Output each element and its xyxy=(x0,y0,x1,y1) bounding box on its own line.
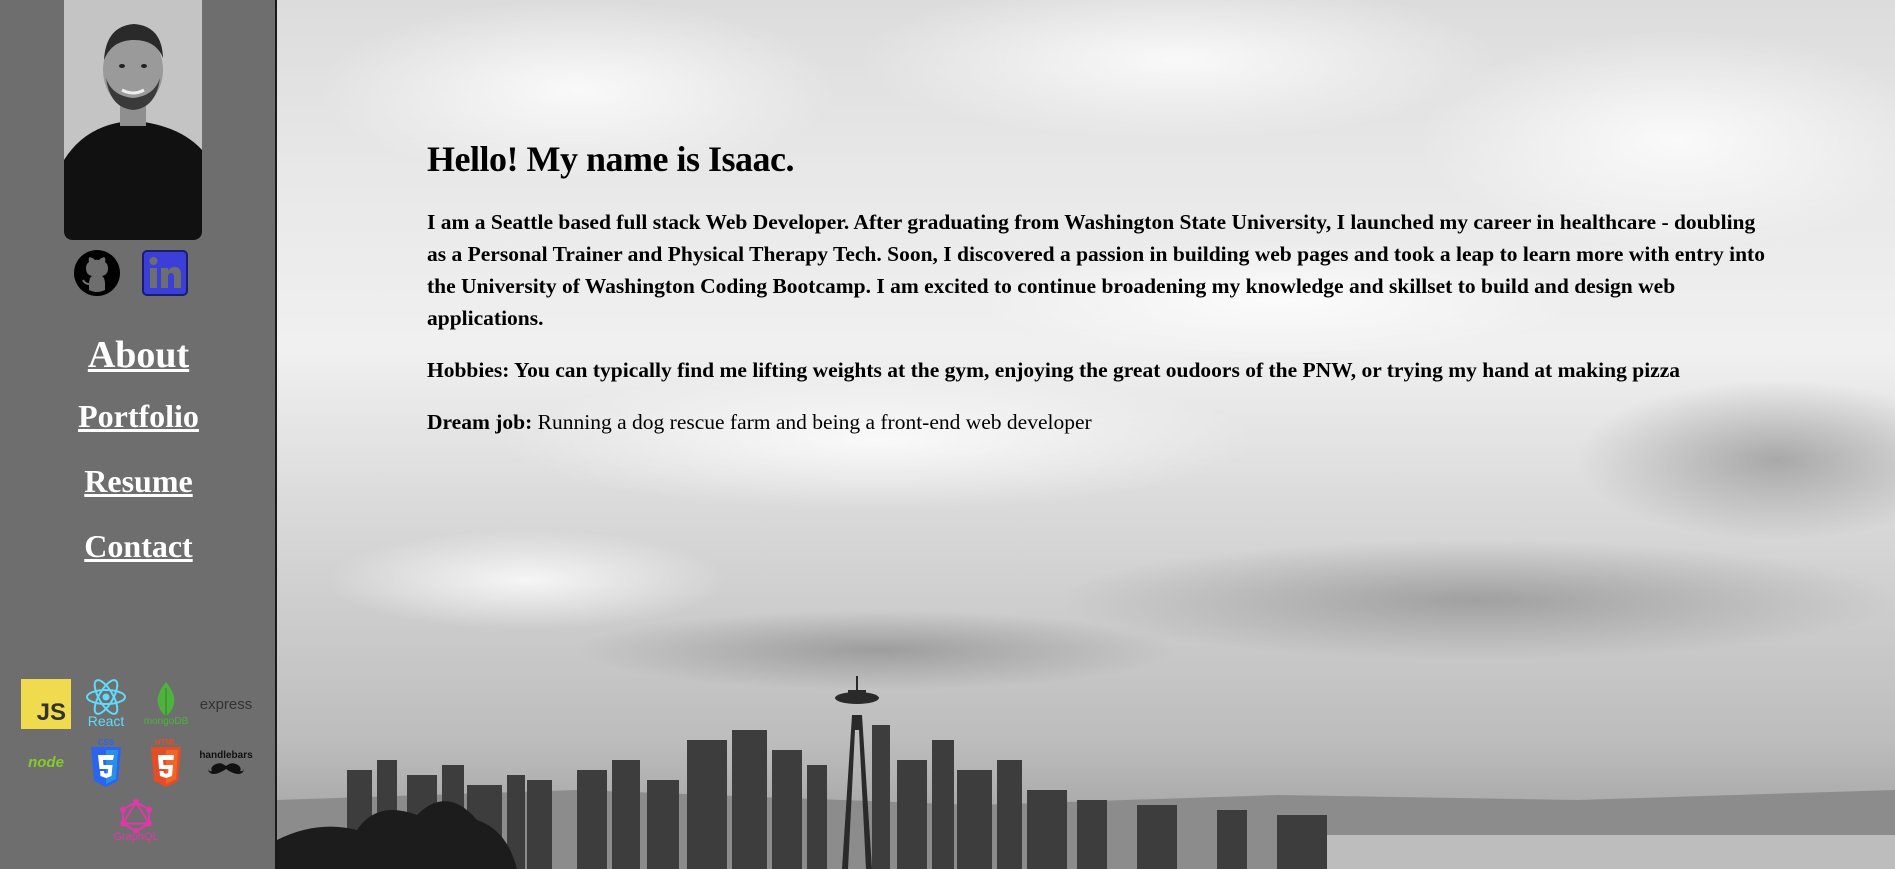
handlebars-mustache-icon xyxy=(208,762,244,774)
react-logo: React xyxy=(76,679,136,729)
html5-shield-icon xyxy=(151,746,181,787)
about-content: Hello! My name is Isaac. I am a Seattle … xyxy=(427,138,1767,458)
handlebars-logo: handlebars xyxy=(196,750,256,775)
sidebar: About Portfolio Resume Contact JS React … xyxy=(0,0,277,869)
nodejs-logo: node xyxy=(28,753,64,771)
page-title: Hello! My name is Isaac. xyxy=(427,139,794,179)
nav-portfolio[interactable]: Portfolio xyxy=(78,384,199,449)
page: About Portfolio Resume Contact JS React … xyxy=(0,0,1895,869)
mongodb-leaf-icon xyxy=(157,681,175,718)
profile-photo xyxy=(64,0,202,240)
dream-job-text: Running a dog rescue farm and being a fr… xyxy=(532,410,1092,434)
main-nav: About Portfolio Resume Contact xyxy=(0,326,277,579)
javascript-logo: JS xyxy=(16,679,76,729)
dream-job-label: Dream job: xyxy=(427,410,533,434)
nav-about[interactable]: About xyxy=(88,326,189,384)
css3-shield-icon xyxy=(91,746,121,787)
nav-contact[interactable]: Contact xyxy=(84,514,192,579)
hobbies-label: Hobbies: xyxy=(427,358,510,382)
tech-stack: JS React mongoDB express node CSS HTML h… xyxy=(16,676,256,850)
graphql-icon xyxy=(120,799,152,833)
mongodb-logo: mongoDB xyxy=(136,681,196,727)
github-link[interactable] xyxy=(74,250,120,296)
about-section: Hello! My name is Isaac. I am a Seattle … xyxy=(277,0,1895,869)
css3-logo: CSS xyxy=(76,738,136,787)
linkedin-link[interactable] xyxy=(142,250,188,296)
github-icon xyxy=(74,250,120,296)
social-links xyxy=(74,250,188,296)
linkedin-icon xyxy=(142,250,188,296)
hobbies-paragraph: Hobbies: You can typically find me lifti… xyxy=(427,354,1767,386)
html5-logo: HTML xyxy=(136,738,196,787)
react-icon xyxy=(86,679,126,715)
graphql-logo: GraphQL xyxy=(106,799,166,843)
nav-resume[interactable]: Resume xyxy=(84,449,192,514)
dream-job-paragraph: Dream job: Running a dog rescue farm and… xyxy=(427,406,1767,438)
hobbies-text: You can typically find me lifting weight… xyxy=(509,358,1681,382)
express-logo: express xyxy=(199,695,253,713)
bio-paragraph: I am a Seattle based full stack Web Deve… xyxy=(427,210,1765,330)
